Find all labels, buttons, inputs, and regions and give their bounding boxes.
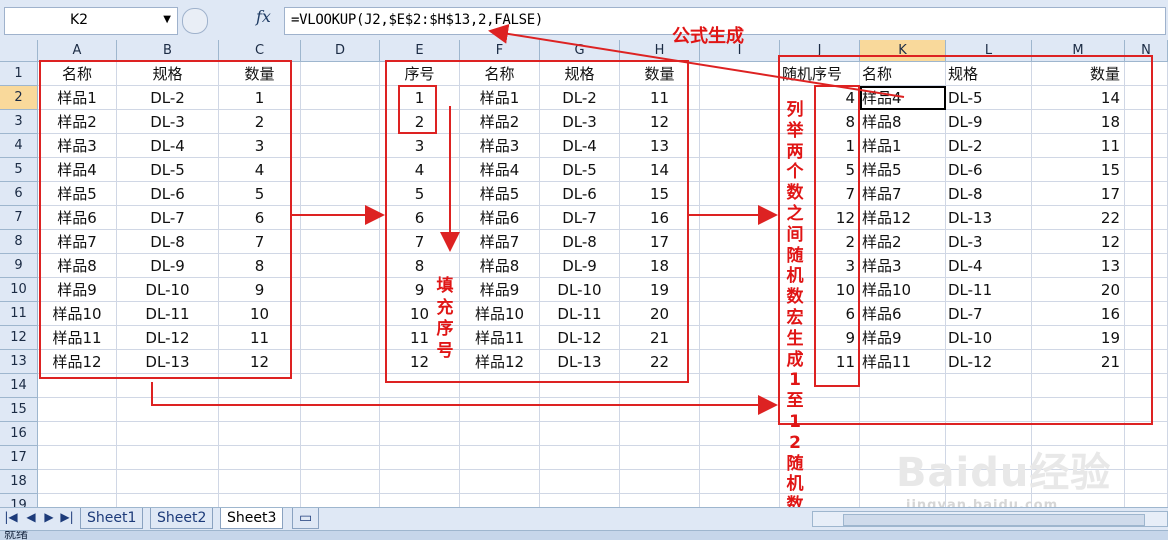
first-sheet-icon[interactable]: |◀ (4, 510, 18, 524)
sheet-tabs-bar: |◀ ◀ ▶ ▶| Sheet1 Sheet2 Sheet3 ▭ (0, 507, 1168, 530)
formula-annotation: 公式生成 (672, 26, 744, 47)
next-sheet-icon[interactable]: ▶ (42, 510, 56, 524)
last-sheet-icon[interactable]: ▶| (60, 510, 74, 524)
prev-sheet-icon[interactable]: ◀ (24, 510, 38, 524)
insert-sheet-icon[interactable]: ▭ (292, 508, 320, 529)
fill-seq-annotation: 填充序号 (436, 276, 454, 361)
tab-sheet2[interactable]: Sheet2 (150, 508, 214, 529)
tab-sheet1[interactable]: Sheet1 (80, 508, 144, 529)
watermark-brand: Baidu经验 (896, 450, 1112, 496)
tab-sheet3[interactable]: Sheet3 (220, 508, 284, 529)
random-annotation: 列举两个数之间随机数宏生成1至12随机数 (786, 100, 804, 516)
horizontal-scrollbar[interactable] (812, 511, 1168, 527)
baidu-watermark: Baidu经验 jingyan.baidu.com (896, 440, 1111, 513)
scrollbar-thumb[interactable] (843, 514, 1145, 526)
